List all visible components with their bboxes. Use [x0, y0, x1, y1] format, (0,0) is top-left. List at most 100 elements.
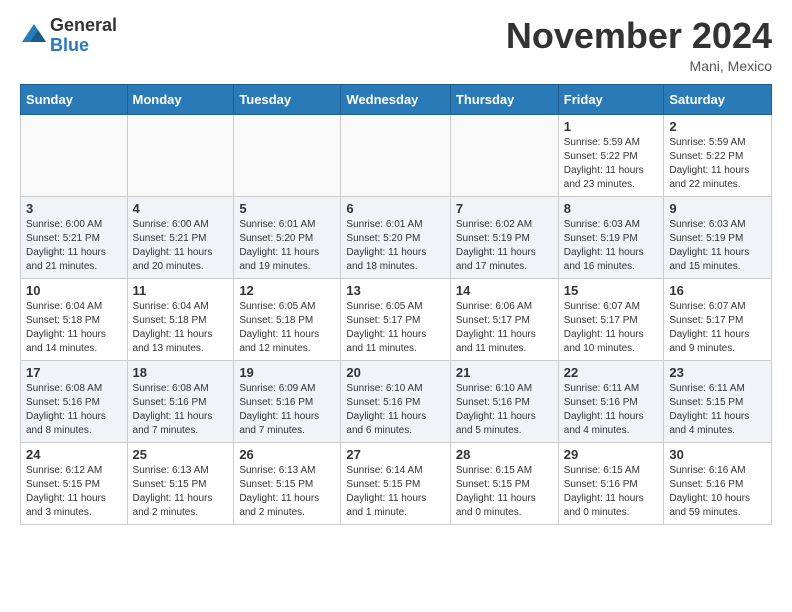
calendar-cell: 9Sunrise: 6:03 AM Sunset: 5:19 PM Daylig…: [664, 196, 772, 278]
day-number: 12: [239, 283, 335, 298]
day-info: Sunrise: 6:05 AM Sunset: 5:18 PM Dayligh…: [239, 300, 335, 356]
day-number: 10: [26, 283, 122, 298]
logo-blue-text: Blue: [50, 36, 117, 56]
day-number: 9: [669, 201, 766, 216]
day-number: 24: [26, 447, 122, 462]
calendar-cell: 28 Sunrise: 6:15 AM Sunset: 5:15 PM Dayli…: [450, 442, 558, 524]
logo-icon: [20, 22, 48, 50]
day-info: Sunrise: 6:01 AM Sunset: 5:20 PM Dayligh…: [239, 218, 335, 274]
day-info: Sunrise: 6:11 AM Sunset: 5:15 PM Dayligh…: [669, 382, 766, 438]
day-number: 8: [564, 201, 659, 216]
header: General Blue November 2024 Mani, Mexico: [20, 16, 772, 74]
calendar-cell: 18 Sunrise: 6:08 AM Sunset: 5:16 PM Dayli…: [127, 360, 234, 442]
calendar-cell: [450, 114, 558, 196]
day-info: Sunrise: 6:16 AM Sunset: 5:16 PM Dayligh…: [669, 464, 766, 520]
weekday-header-sunday: Sunday: [21, 84, 128, 114]
calendar-cell: 25 Sunrise: 6:13 AM Sunset: 5:15 PM Dayli…: [127, 442, 234, 524]
title-block: November 2024 Mani, Mexico: [506, 16, 772, 74]
calendar-cell: 4 Sunrise: 6:00 AM Sunset: 5:21 PM Daylig…: [127, 196, 234, 278]
calendar-cell: 29 Sunrise: 6:15 AM Sunset: 5:16 PM Dayli…: [558, 442, 664, 524]
calendar-cell: 30 Sunrise: 6:16 AM Sunset: 5:16 PM Dayli…: [664, 442, 772, 524]
calendar-week-row: 3 Sunrise: 6:00 AM Sunset: 5:21 PM Daylig…: [21, 196, 772, 278]
calendar-week-row: 24 Sunrise: 6:12 AM Sunset: 5:15 PM Dayli…: [21, 442, 772, 524]
calendar-cell: [341, 114, 450, 196]
day-info: Sunrise: 6:14 AM Sunset: 5:15 PM Dayligh…: [346, 464, 444, 520]
calendar-cell: 22 Sunrise: 6:11 AM Sunset: 5:16 PM Dayli…: [558, 360, 664, 442]
day-info: Sunrise: 6:04 AM Sunset: 5:18 PM Dayligh…: [133, 300, 229, 356]
month-title: November 2024: [506, 16, 772, 56]
calendar-cell: 23 Sunrise: 6:11 AM Sunset: 5:15 PM Dayli…: [664, 360, 772, 442]
day-info: Sunrise: 6:04 AM Sunset: 5:18 PM Dayligh…: [26, 300, 122, 356]
day-number: 23: [669, 365, 766, 380]
day-number: 16: [669, 283, 766, 298]
calendar-cell: 21Sunrise: 6:10 AM Sunset: 5:16 PM Dayli…: [450, 360, 558, 442]
day-number: 15: [564, 283, 659, 298]
calendar-cell: 12 Sunrise: 6:05 AM Sunset: 5:18 PM Dayli…: [234, 278, 341, 360]
day-number: 27: [346, 447, 444, 462]
day-number: 28: [456, 447, 553, 462]
day-number: 29: [564, 447, 659, 462]
calendar-cell: 10 Sunrise: 6:04 AM Sunset: 5:18 PM Dayli…: [21, 278, 128, 360]
day-info: Sunrise: 6:03 AM Sunset: 5:19 PM Dayligh…: [564, 218, 659, 274]
day-info: Sunrise: 6:09 AM Sunset: 5:16 PM Dayligh…: [239, 382, 335, 438]
calendar-cell: [127, 114, 234, 196]
location: Mani, Mexico: [506, 58, 772, 74]
weekday-header-monday: Monday: [127, 84, 234, 114]
day-info: Sunrise: 6:10 AM Sunset: 5:16 PM Dayligh…: [346, 382, 444, 438]
calendar-week-row: 10 Sunrise: 6:04 AM Sunset: 5:18 PM Dayli…: [21, 278, 772, 360]
day-number: 26: [239, 447, 335, 462]
weekday-header-tuesday: Tuesday: [234, 84, 341, 114]
day-number: 11: [133, 283, 229, 298]
calendar-cell: 15 Sunrise: 6:07 AM Sunset: 5:17 PM Dayli…: [558, 278, 664, 360]
day-number: 22: [564, 365, 659, 380]
day-info: Sunrise: 6:13 AM Sunset: 5:15 PM Dayligh…: [239, 464, 335, 520]
calendar-cell: 19 Sunrise: 6:09 AM Sunset: 5:16 PM Dayli…: [234, 360, 341, 442]
calendar-cell: 3 Sunrise: 6:00 AM Sunset: 5:21 PM Daylig…: [21, 196, 128, 278]
calendar-cell: 16Sunrise: 6:07 AM Sunset: 5:17 PM Dayli…: [664, 278, 772, 360]
day-number: 17: [26, 365, 122, 380]
day-info: Sunrise: 6:13 AM Sunset: 5:15 PM Dayligh…: [133, 464, 229, 520]
calendar-cell: 17Sunrise: 6:08 AM Sunset: 5:16 PM Dayli…: [21, 360, 128, 442]
calendar-cell: 5Sunrise: 6:01 AM Sunset: 5:20 PM Daylig…: [234, 196, 341, 278]
day-info: Sunrise: 6:00 AM Sunset: 5:21 PM Dayligh…: [133, 218, 229, 274]
weekday-header-friday: Friday: [558, 84, 664, 114]
day-info: Sunrise: 5:59 AM Sunset: 5:22 PM Dayligh…: [564, 136, 659, 192]
day-number: 13: [346, 283, 444, 298]
day-number: 30: [669, 447, 766, 462]
day-number: 18: [133, 365, 229, 380]
day-info: Sunrise: 6:07 AM Sunset: 5:17 PM Dayligh…: [564, 300, 659, 356]
calendar-cell: 6 Sunrise: 6:01 AM Sunset: 5:20 PM Daylig…: [341, 196, 450, 278]
day-info: Sunrise: 6:00 AM Sunset: 5:21 PM Dayligh…: [26, 218, 122, 274]
day-info: Sunrise: 5:59 AM Sunset: 5:22 PM Dayligh…: [669, 136, 766, 192]
weekday-header-saturday: Saturday: [664, 84, 772, 114]
day-info: Sunrise: 6:02 AM Sunset: 5:19 PM Dayligh…: [456, 218, 553, 274]
day-number: 7: [456, 201, 553, 216]
day-info: Sunrise: 6:01 AM Sunset: 5:20 PM Dayligh…: [346, 218, 444, 274]
calendar-cell: 26 Sunrise: 6:13 AM Sunset: 5:15 PM Dayli…: [234, 442, 341, 524]
day-number: 1: [564, 119, 659, 134]
calendar-cell: 13 Sunrise: 6:05 AM Sunset: 5:17 PM Dayli…: [341, 278, 450, 360]
day-info: Sunrise: 6:08 AM Sunset: 5:16 PM Dayligh…: [133, 382, 229, 438]
day-number: 14: [456, 283, 553, 298]
logo-general-text: General: [50, 16, 117, 36]
day-number: 3: [26, 201, 122, 216]
day-info: Sunrise: 6:12 AM Sunset: 5:15 PM Dayligh…: [26, 464, 122, 520]
day-number: 21: [456, 365, 553, 380]
calendar-cell: [234, 114, 341, 196]
day-number: 25: [133, 447, 229, 462]
calendar-cell: 24 Sunrise: 6:12 AM Sunset: 5:15 PM Dayli…: [21, 442, 128, 524]
day-info: Sunrise: 6:11 AM Sunset: 5:16 PM Dayligh…: [564, 382, 659, 438]
day-info: Sunrise: 6:05 AM Sunset: 5:17 PM Dayligh…: [346, 300, 444, 356]
weekday-header-thursday: Thursday: [450, 84, 558, 114]
day-number: 4: [133, 201, 229, 216]
calendar-cell: 1 Sunrise: 5:59 AM Sunset: 5:22 PM Daylig…: [558, 114, 664, 196]
day-info: Sunrise: 6:06 AM Sunset: 5:17 PM Dayligh…: [456, 300, 553, 356]
calendar-week-row: 17 Sunrise: 6:08 AM Sunset: 5:16 PM Dayli…: [21, 360, 772, 442]
weekday-header-row: SundayMondayTuesdayWednesdayThursdayFrid…: [21, 84, 772, 114]
day-number: 6: [346, 201, 444, 216]
day-number: 19: [239, 365, 335, 380]
day-info: Sunrise: 6:15 AM Sunset: 5:16 PM Dayligh…: [564, 464, 659, 520]
day-info: Sunrise: 6:15 AM Sunset: 5:15 PM Dayligh…: [456, 464, 553, 520]
page: General Blue November 2024 Mani, Mexico …: [0, 0, 792, 545]
weekday-header-wednesday: Wednesday: [341, 84, 450, 114]
